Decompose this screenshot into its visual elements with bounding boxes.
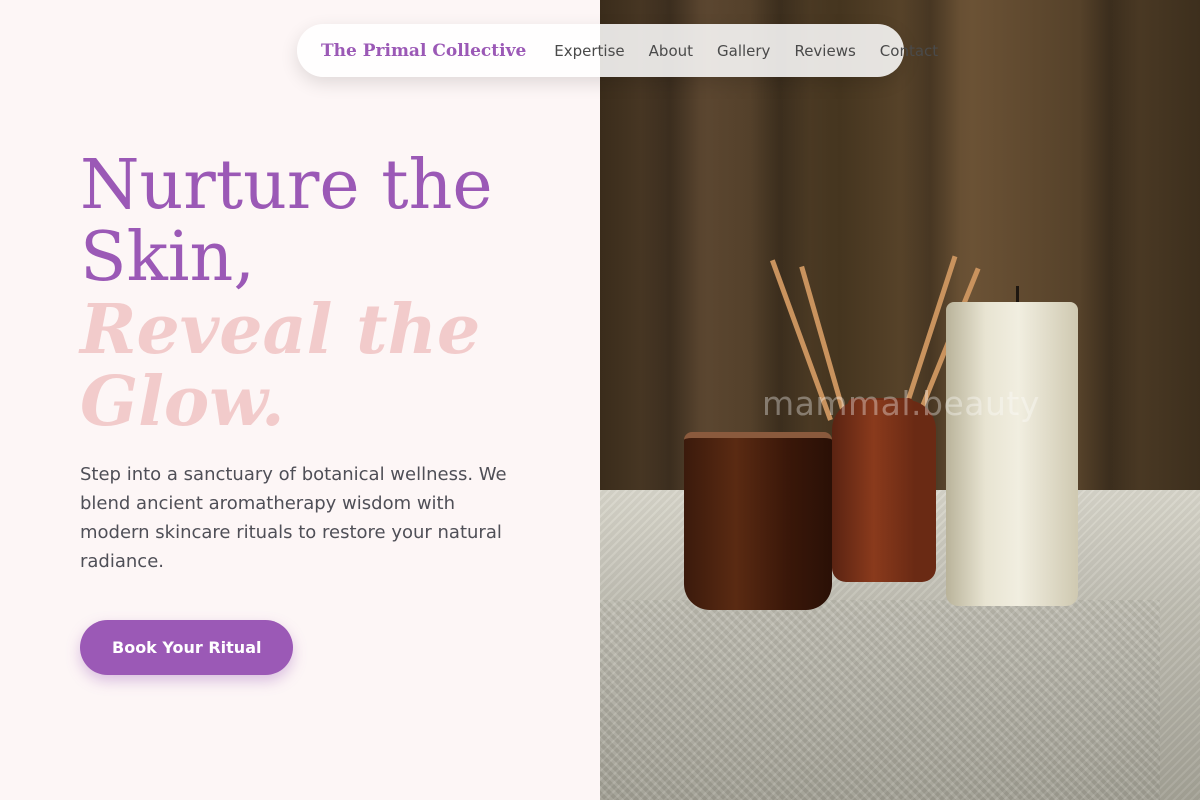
pillar-candle xyxy=(946,302,1078,606)
amber-diffuser-bottle xyxy=(832,400,936,582)
nav-link-contact[interactable]: Contact xyxy=(880,42,938,60)
nav-link-expertise[interactable]: Expertise xyxy=(554,42,624,60)
hero-headline: Nurture the Skin, Reveal the Glow. xyxy=(80,146,580,442)
book-ritual-button[interactable]: Book Your Ritual xyxy=(80,620,294,675)
image-watermark: mammal.beauty xyxy=(762,384,1040,423)
curtain-fold xyxy=(1080,0,1140,520)
hero-section: Nurture the Skin, Reveal the Glow. Step … xyxy=(80,150,580,675)
nav-link-about[interactable]: About xyxy=(649,42,693,60)
headline-italic-line-1: Reveal the xyxy=(80,290,481,370)
hero-description: Step into a sanctuary of botanical welln… xyxy=(80,464,507,572)
nav-links: Expertise About Gallery Reviews Contact xyxy=(554,42,938,60)
nav-link-gallery[interactable]: Gallery xyxy=(717,42,770,60)
headline-italic-line-2: Glow. xyxy=(80,362,285,442)
nav-link-reviews[interactable]: Reviews xyxy=(794,42,855,60)
linen-drape xyxy=(600,600,1160,800)
headline-line-2: Skin, xyxy=(80,218,255,297)
top-navigation: The Primal Collective Expertise About Ga… xyxy=(297,24,938,77)
amber-candle-glass xyxy=(684,432,832,610)
hero-image: mammal.beauty xyxy=(600,0,1200,800)
headline-line-1: Nurture the xyxy=(80,146,493,225)
brand-logo[interactable]: The Primal Collective xyxy=(321,41,526,61)
hero-left-panel: Nurture the Skin, Reveal the Glow. Step … xyxy=(0,0,600,800)
